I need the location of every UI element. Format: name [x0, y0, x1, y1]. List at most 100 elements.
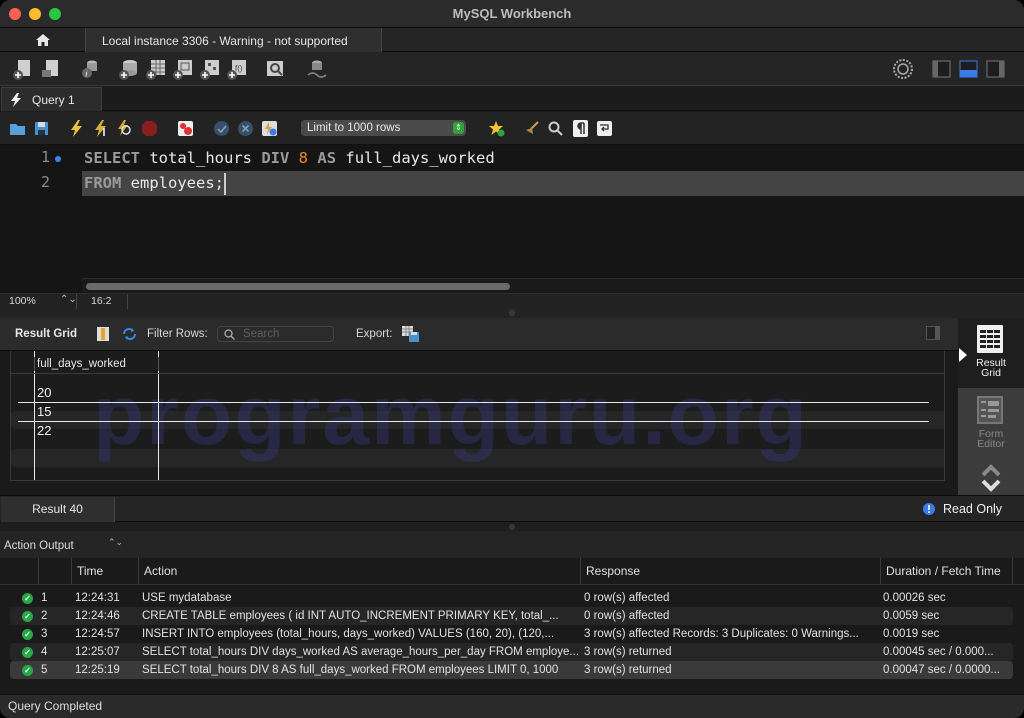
result-grid: programguru.org full_days_worked 20 15 2…: [0, 351, 958, 495]
stop-query-icon[interactable]: [141, 120, 158, 137]
toggle-sidebar-icon[interactable]: [931, 58, 953, 80]
minimize-window-button[interactable]: [29, 8, 41, 20]
success-check-icon: ✓: [22, 665, 33, 676]
home-button[interactable]: [0, 28, 85, 52]
row-response: 3 row(s) returned: [584, 646, 672, 658]
result-grid-title: Result Grid: [15, 328, 77, 340]
execute-all-icon[interactable]: [68, 120, 85, 137]
create-procedure-icon[interactable]: [199, 58, 221, 80]
output-type-select[interactable]: Action Output ⌃⌄: [4, 537, 123, 552]
export-icon[interactable]: [402, 326, 419, 342]
result-tab[interactable]: Result 40: [1, 497, 115, 522]
scrollbar-thumb[interactable]: [86, 283, 510, 290]
toggle-secondary-sidebar-icon[interactable]: [985, 58, 1007, 80]
output-row[interactable]: ✓ 2 12:24:46 CREATE TABLE employees ( id IN…: [10, 607, 1013, 625]
explain-query-icon[interactable]: [116, 120, 133, 137]
zoom-window-button[interactable]: [49, 8, 61, 20]
row-action: CREATE TABLE employees ( id INT AUTO_INC…: [142, 610, 559, 622]
sql-text: total_hours: [140, 149, 262, 167]
column-header-response[interactable]: Response: [580, 558, 880, 585]
output-row[interactable]: ✓ 3 12:24:57 INSERT INTO employees (total_h…: [10, 625, 1013, 643]
status-bar: Query Completed: [0, 694, 1024, 718]
column-header-time[interactable]: Time: [71, 558, 138, 585]
toggle-result-panel-icon[interactable]: [926, 326, 940, 340]
execute-current-statement-icon[interactable]: [92, 120, 109, 137]
more-views-chevron-icon[interactable]: [981, 463, 1001, 493]
output-table-header: Time Action Response Duration / Fetch Ti…: [0, 558, 1024, 585]
toggle-output-panel-icon[interactable]: [958, 58, 980, 80]
toggle-word-wrap-icon[interactable]: [596, 120, 613, 137]
statement-marker-icon: [55, 156, 61, 162]
row-action: INSERT INTO employees (total_hours, days…: [142, 628, 555, 640]
query-tab-label: Query 1: [32, 92, 75, 107]
schema-inspector-icon[interactable]: i: [80, 58, 102, 80]
toggle-stop-on-error-icon[interactable]: [177, 120, 194, 137]
line-number: 1: [40, 148, 50, 166]
search-icon: [224, 329, 235, 340]
connection-tab[interactable]: Local instance 3306 - Warning - not supp…: [85, 28, 382, 52]
info-icon: [923, 503, 935, 515]
create-schema-icon[interactable]: [118, 58, 140, 80]
grid-cell[interactable]: 22: [37, 423, 51, 438]
beautify-query-icon[interactable]: [524, 120, 541, 137]
new-sql-tab-icon[interactable]: [12, 58, 34, 80]
result-grid-table: programguru.org full_days_worked 20 15 2…: [10, 351, 945, 481]
column-header-action[interactable]: Action: [138, 558, 580, 585]
panel-splitter[interactable]: [0, 309, 1024, 318]
home-icon: [35, 34, 50, 46]
column-header[interactable]: full_days_worked: [37, 358, 126, 370]
show-invisible-characters-icon[interactable]: [572, 120, 589, 137]
grid-view-icon: [977, 325, 1003, 353]
reconnect-icon[interactable]: [305, 58, 327, 80]
code-line[interactable]: SELECT total_hours DIV 8 AS full_days_wo…: [84, 146, 495, 170]
form-editor-view-button[interactable]: Form Editor: [958, 388, 1024, 495]
output-row[interactable]: ✓ 1 12:24:31 USE mydatabase 0 row(s) affecte…: [10, 589, 1013, 607]
save-file-icon[interactable]: [33, 120, 50, 137]
search-table-data-icon[interactable]: [265, 58, 287, 80]
rollback-icon[interactable]: [237, 120, 254, 137]
close-window-button[interactable]: [9, 8, 21, 20]
column-header-duration[interactable]: Duration / Fetch Time: [880, 558, 1013, 585]
query-toolbar: [0, 112, 1024, 145]
create-function-icon[interactable]: f(): [226, 58, 248, 80]
window-title: MySQL Workbench: [452, 6, 572, 21]
refresh-icon[interactable]: [122, 327, 137, 341]
editor-horizontal-scrollbar[interactable]: [82, 278, 1024, 293]
grid-cell[interactable]: 20: [37, 385, 51, 400]
add-snippet-icon[interactable]: [488, 120, 505, 137]
output-row[interactable]: ✓ 4 12:25:07 SELECT total_hours DIV days_wo…: [10, 643, 1013, 661]
sql-editor[interactable]: 1 2 SELECT total_hours DIV 8 AS full_day…: [0, 145, 1024, 293]
sql-text: employees;: [121, 174, 224, 192]
sql-keyword: FROM: [84, 174, 122, 192]
open-file-icon[interactable]: [9, 120, 26, 137]
zoom-stepper-icon[interactable]: ⌃⌄: [60, 294, 77, 305]
sql-text: full_days_worked: [336, 149, 495, 167]
find-replace-icon[interactable]: [547, 120, 564, 137]
autocommit-toggle-icon[interactable]: [261, 120, 278, 137]
connection-tab-bar: Local instance 3306 - Warning - not supp…: [0, 28, 1024, 52]
row-time: 12:25:19: [75, 664, 120, 676]
row-response: 0 row(s) affected: [584, 592, 670, 604]
read-only-label: Read Only: [943, 502, 1003, 516]
open-sql-script-icon[interactable]: [40, 58, 62, 80]
row-action: SELECT total_hours DIV days_worked AS av…: [142, 646, 580, 658]
grid-cell[interactable]: 15: [37, 404, 51, 419]
result-grid-view-button[interactable]: Result Grid: [958, 318, 1024, 388]
success-check-icon: ✓: [22, 593, 33, 604]
create-view-icon[interactable]: [172, 58, 194, 80]
zoom-level[interactable]: 100%: [9, 295, 36, 307]
limit-rows-select[interactable]: Limit to 1000 rows ⇕: [301, 120, 466, 136]
output-splitter[interactable]: [0, 522, 1024, 531]
output-row[interactable]: ✓ 5 12:25:19 SELECT total_hours DIV 8 AS fu…: [10, 661, 1013, 679]
commit-icon[interactable]: [213, 120, 230, 137]
mysql-workbench-window: MySQL Workbench Local instance 3306 - Wa…: [0, 0, 1024, 718]
code-line[interactable]: FROM employees;: [84, 171, 226, 195]
filter-search-input[interactable]: Search: [217, 326, 334, 342]
query-tab[interactable]: Query 1: [1, 87, 102, 111]
toggle-columns-icon[interactable]: [97, 327, 109, 341]
preferences-gear-icon[interactable]: [892, 58, 914, 80]
row-duration: 0.00047 sec / 0.0000...: [883, 664, 1001, 676]
create-table-icon[interactable]: [145, 58, 167, 80]
